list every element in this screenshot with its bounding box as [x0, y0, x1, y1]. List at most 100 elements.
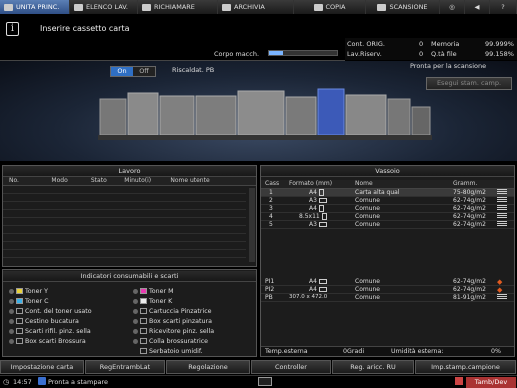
- consumables-panel: Indicatori consumabili e scarti Toner Y …: [2, 269, 257, 357]
- impostazione-carta-button[interactable]: Impostazione carta: [0, 360, 84, 374]
- tray-panel: Vassoio Cass Formato (mm) Nome Gramm. 1 …: [260, 165, 515, 357]
- memoria-value: 99.999%: [485, 40, 514, 48]
- esegui-stam-camp-button[interactable]: Esegui stam. camp.: [426, 77, 512, 90]
- consumable-item[interactable]: Toner M: [133, 286, 257, 296]
- status-bar: ◷ 14:57 Pronta a stampare Tamb/Dev: [0, 375, 517, 388]
- reg-entramb-lat-button[interactable]: RegEntrambLat: [85, 360, 165, 374]
- corpo-progress-bar: [268, 50, 338, 56]
- paper-level-icon: [497, 197, 507, 203]
- consumable-item[interactable]: Box scarti Brossura: [9, 336, 131, 346]
- corpo-label: Corpo macch.: [214, 50, 260, 58]
- job-list[interactable]: [3, 186, 246, 264]
- tab-scansione[interactable]: SCANSIONE: [366, 0, 440, 14]
- consumables-left-list: Toner Y Toner C Cont. del toner usato Ce…: [9, 286, 131, 346]
- col-nome-utente: Nome utente: [170, 177, 210, 184]
- home-icon: [4, 3, 13, 11]
- temp-value: 0Gradi: [343, 348, 365, 355]
- main-tab-bar: UNITA PRINC. ELENCO LAV. RICHIAMARE ARCH…: [0, 0, 517, 14]
- memoria-label: Memoria: [431, 40, 460, 48]
- consumable-item[interactable]: Cestino bucatura: [9, 316, 131, 326]
- consumables-title: Indicatori consumabili e scarti: [3, 271, 256, 282]
- saddle-stapler-icon: [140, 328, 147, 334]
- consumable-item[interactable]: Toner C: [9, 296, 131, 306]
- job-panel: Lavoro No. Modo Stato Minuto(i) Nome ute…: [2, 165, 257, 267]
- paper-level-icon: [497, 205, 507, 211]
- tray-row[interactable]: PI2 A4 Comune 62-74g/m2 ◆: [261, 286, 514, 294]
- controller-button[interactable]: Controller: [251, 360, 331, 374]
- tab-copia[interactable]: COPIA: [294, 0, 366, 14]
- tray-row[interactable]: PI1 A4 Comune 62-74g/m2 ◆: [261, 278, 514, 286]
- landscape-paper-icon: [318, 287, 327, 292]
- job-list-scrollbar[interactable]: [249, 188, 255, 262]
- tab-richiamare[interactable]: RICHIAMARE: [138, 0, 218, 14]
- col-minuti: Minuto(i): [124, 177, 152, 184]
- tray-row[interactable]: 2 A3 Comune 62-74g/m2: [261, 197, 514, 205]
- imp-stamp-campione-button[interactable]: Imp.stamp.campione: [415, 360, 516, 374]
- heater-on-button[interactable]: On: [111, 67, 133, 76]
- job-list-icon: [74, 3, 83, 11]
- status-time: 14:57: [13, 378, 32, 386]
- globe-button[interactable]: ◎: [440, 0, 465, 14]
- counters-panel: Cont. ORIG. 0 Memoria 99.999% Lav.Riserv…: [345, 38, 517, 60]
- warning-icon: ◆: [497, 286, 503, 294]
- status-dot-icon: [9, 308, 14, 314]
- col-gramm: Gramm.: [453, 180, 478, 187]
- tray-row[interactable]: 4 8.5x11 Comune 62-74g/m2: [261, 213, 514, 221]
- cont-orig-label: Cont. ORIG.: [347, 40, 385, 48]
- consumable-item[interactable]: Serbatoio umidif.: [133, 346, 257, 356]
- tray-row[interactable]: 5 A3 Comune 62-74g/m2: [261, 221, 514, 229]
- machine-overview: [0, 61, 517, 161]
- reg-aricc-ru-button[interactable]: Reg. aricc. RU: [332, 360, 414, 374]
- volume-button[interactable]: ◀: [465, 0, 490, 14]
- waste-toner-icon: [16, 308, 23, 314]
- help-button[interactable]: ?: [490, 0, 517, 14]
- glue-icon: [140, 338, 147, 344]
- scan-icon: [377, 3, 387, 11]
- consumable-item[interactable]: Toner Y: [9, 286, 131, 296]
- tab-elenco-lav[interactable]: ELENCO LAV.: [70, 0, 138, 14]
- consumable-item[interactable]: Cartuccia Pinzatrice: [133, 306, 257, 316]
- globe-icon: ◎: [449, 3, 455, 11]
- toner-m-icon: [140, 288, 147, 294]
- qta-file-value: 99.158%: [485, 50, 514, 58]
- tray-row[interactable]: PB 307.0 x 472.0 Comune 81-91g/m2: [261, 294, 514, 302]
- heater-off-button[interactable]: Off: [133, 67, 155, 76]
- environment-bar: Temp.esterna 0Gradi Umidità esterna: 0%: [261, 346, 514, 356]
- toner-k-icon: [140, 298, 147, 304]
- status-dot-icon: [133, 288, 138, 294]
- trim-waste-icon: [16, 328, 23, 334]
- col-nome: Nome: [355, 180, 373, 187]
- consumable-item[interactable]: Cont. del toner usato: [9, 306, 131, 316]
- toner-c-icon: [16, 298, 23, 304]
- clock-icon: ◷: [3, 378, 10, 386]
- corpo-progress-fill: [269, 51, 283, 55]
- device-icon: [455, 377, 463, 385]
- tamb-dev-indicator[interactable]: Tamb/Dev: [466, 377, 516, 388]
- qta-file-label: Q.tà file: [431, 50, 457, 58]
- paper-level-icon: [497, 221, 507, 227]
- keyboard-icon[interactable]: [258, 377, 272, 386]
- consumable-item[interactable]: Toner K: [133, 296, 257, 306]
- tray-row[interactable]: 1 A4 Carta alta qual 75-80g/m2: [261, 189, 514, 197]
- consumable-item[interactable]: Colla brossuratrice: [133, 336, 257, 346]
- portrait-paper-icon: [321, 213, 327, 220]
- humidifier-tank-icon: [140, 348, 147, 354]
- tab-unita-princ[interactable]: UNITA PRINC.: [0, 0, 70, 14]
- consumable-item[interactable]: Ricevitore pinz. sella: [133, 326, 257, 336]
- status-message: Inserire cassetto carta: [40, 24, 130, 33]
- paper-level-icon: [497, 213, 507, 219]
- tab-archivia[interactable]: ARCHIVIA: [218, 0, 294, 14]
- status-dot-icon: [9, 338, 14, 344]
- tray-list-spacer: [261, 229, 514, 278]
- consumable-item[interactable]: Box scarti pinzatura: [133, 316, 257, 326]
- consumable-item[interactable]: Scarti rifil. pinz. sella: [9, 326, 131, 336]
- tray-row[interactable]: 3 A4 Comune 62-74g/m2: [261, 205, 514, 213]
- portrait-paper-icon: [318, 205, 324, 212]
- status-dot-icon: [9, 318, 14, 324]
- lav-riserv-value: 0: [419, 50, 424, 58]
- printer-machine-image: [98, 88, 432, 140]
- recall-icon: [142, 3, 151, 11]
- heater-toggle[interactable]: On Off: [110, 66, 156, 77]
- regolazione-button[interactable]: Regolazione: [166, 360, 250, 374]
- volume-icon: ◀: [474, 3, 480, 11]
